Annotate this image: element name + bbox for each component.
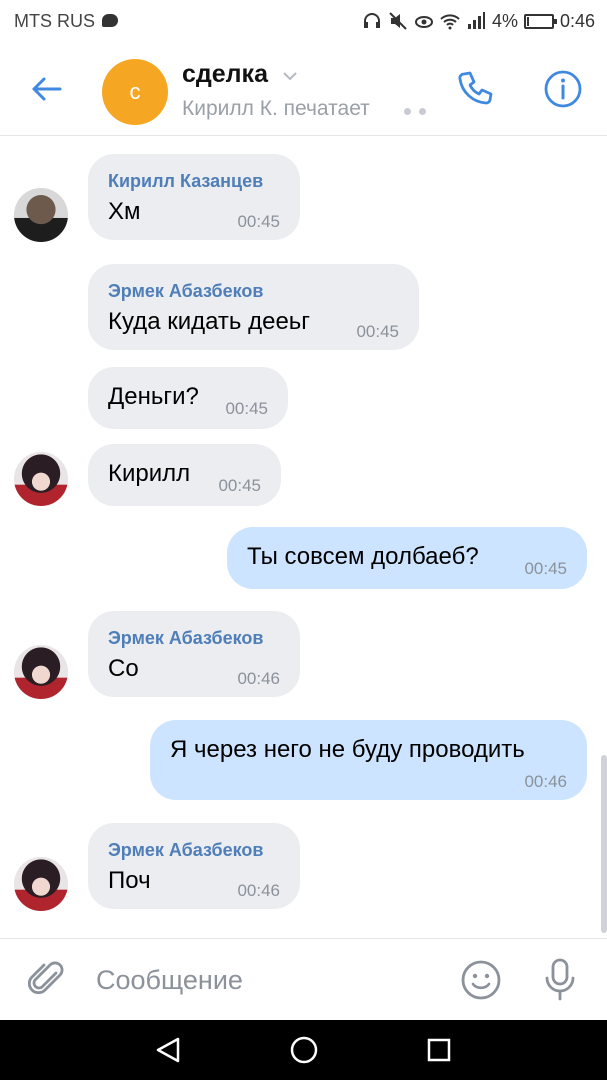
message-bubble[interactable]: Кирилл 00:45: [88, 444, 281, 506]
avatar[interactable]: [14, 645, 68, 699]
message-text: Со: [108, 655, 139, 682]
message-text: Хм: [108, 198, 141, 225]
paperclip-icon[interactable]: [28, 959, 68, 1001]
message-notification-icon: [102, 14, 118, 27]
back-arrow-icon[interactable]: [26, 68, 68, 110]
message-bubble[interactable]: Эрмек Абазбеков Со 00:46: [88, 611, 300, 697]
message-time: 00:45: [225, 399, 268, 418]
message-input[interactable]: [96, 961, 436, 999]
sender-name[interactable]: Кирилл Казанцев: [108, 171, 263, 192]
chat-title[interactable]: сделка: [182, 60, 268, 89]
scrollbar[interactable]: [601, 755, 607, 933]
phone-icon[interactable]: [454, 68, 496, 110]
message-bubble[interactable]: Ты совсем долбаеб? 00:45: [227, 527, 587, 589]
nav-recent-apps-icon[interactable]: [426, 1037, 452, 1063]
message-text: Куда кидать дееьг: [108, 308, 311, 335]
chevron-down-icon[interactable]: [282, 70, 298, 82]
message-text: Деньги?: [108, 383, 199, 410]
nav-back-icon[interactable]: [154, 1036, 182, 1064]
clock: 0:46: [559, 10, 595, 31]
status-icons: 4% 0:46: [362, 9, 595, 33]
message-time: 00:46: [237, 669, 280, 688]
nav-home-icon[interactable]: [289, 1035, 319, 1065]
sender-name[interactable]: Эрмек Абазбеков: [108, 628, 263, 649]
smile-icon[interactable]: [460, 959, 502, 1001]
message-bubble[interactable]: Деньги? 00:45: [88, 367, 288, 429]
message-bubble[interactable]: Я через него не буду проводить 00:46: [150, 720, 587, 800]
message-bubble[interactable]: Кирилл Казанцев Хм 00:45: [88, 154, 300, 240]
message-time: 00:45: [524, 559, 567, 578]
sender-name[interactable]: Эрмек Абазбеков: [108, 840, 263, 861]
status-bar: MTS RUS 4% 0:46: [0, 0, 607, 42]
carrier-label: MTS RUS: [14, 11, 95, 31]
message-time: 00:46: [524, 772, 567, 791]
typing-status: Кирилл К. печатает: [182, 97, 370, 120]
message-text: Я через него не буду проводить: [170, 736, 525, 763]
battery-icon: [523, 13, 557, 29]
typing-dots-icon: [404, 108, 426, 115]
avatar[interactable]: [14, 188, 68, 242]
chat-header: с сделка Кирилл К. печатает: [0, 42, 607, 136]
message-bubble[interactable]: Эрмек Абазбеков Поч 00:46: [88, 823, 300, 909]
message-time: 00:46: [237, 881, 280, 900]
message-time: 00:45: [356, 322, 399, 341]
headphones-icon: [363, 13, 380, 28]
system-nav-bar: [0, 1020, 607, 1080]
message-text: Ты совсем долбаеб?: [247, 543, 479, 570]
microphone-icon[interactable]: [540, 957, 580, 1003]
message-text: Кирилл: [108, 460, 191, 487]
wifi-icon: [440, 14, 460, 30]
info-icon[interactable]: [542, 68, 584, 110]
eye-icon: [414, 16, 433, 28]
composer: [0, 938, 607, 1020]
avatar[interactable]: [14, 452, 68, 506]
message-time: 00:45: [237, 212, 280, 231]
message-text: Поч: [108, 867, 151, 894]
sender-name[interactable]: Эрмек Абазбеков: [108, 281, 263, 302]
mute-icon: [389, 12, 407, 30]
message-list[interactable]: Кирилл Казанцев Хм 00:45 Эрмек Абазбеков…: [0, 137, 607, 937]
chat-avatar[interactable]: с: [102, 59, 168, 125]
message-bubble[interactable]: Эрмек Абазбеков Куда кидать дееьг 00:45: [88, 264, 419, 350]
message-time: 00:45: [218, 476, 261, 495]
battery-percent: 4%: [491, 10, 518, 31]
signal-icon: [467, 12, 485, 29]
avatar[interactable]: [14, 857, 68, 911]
